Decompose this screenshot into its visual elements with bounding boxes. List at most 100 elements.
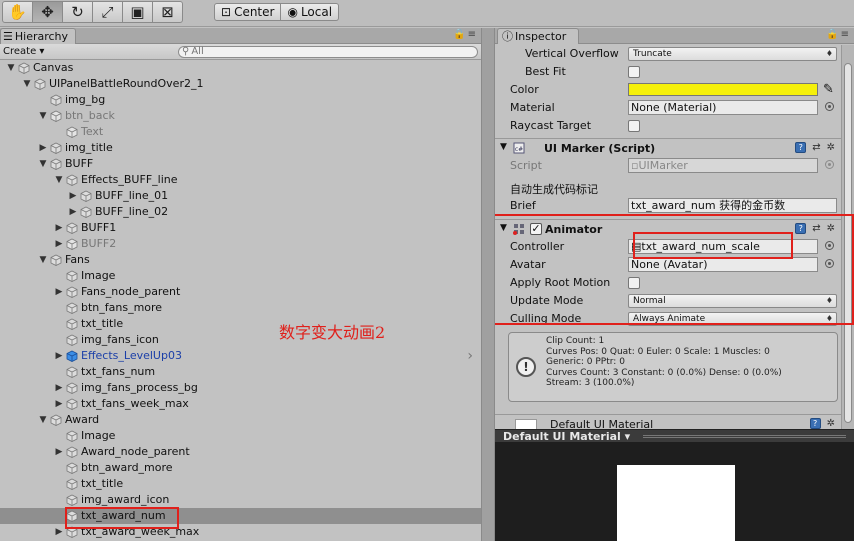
collapse-arrow-icon[interactable]: ▶ [54, 524, 64, 540]
gear-icon[interactable]: ✲ [827, 418, 835, 429]
tree-row[interactable]: txt_title [0, 316, 481, 332]
panel-splitter[interactable] [481, 28, 495, 541]
preset-icon[interactable]: ⇄ [812, 142, 820, 153]
panel-menu-icon[interactable]: 🔒≡ [453, 29, 478, 40]
tree-row[interactable]: btn_award_more [0, 460, 481, 476]
inspector-tab-label: Inspector [515, 29, 567, 43]
tree-row[interactable]: ▼ Effects_BUFF_line [0, 172, 481, 188]
ui-marker-header[interactable]: ▼ c# UI Marker (Script) ? ⇄ ✲ [495, 138, 841, 157]
tree-row[interactable]: img_bg [0, 92, 481, 108]
tree-row[interactable]: ▶ BUFF2 [0, 236, 481, 252]
tree-row[interactable]: ▼ BUFF [0, 156, 481, 172]
expand-arrow-icon[interactable]: ▼ [38, 156, 48, 172]
vertical-overflow-dropdown[interactable]: Truncate [628, 47, 837, 61]
tree-row[interactable]: btn_fans_more [0, 300, 481, 316]
controller-highlight [633, 232, 793, 259]
collapse-arrow-icon[interactable]: ▶ [54, 444, 64, 460]
eyedropper-icon[interactable]: ✎ [823, 82, 834, 97]
hand-tool-button[interactable]: ✋ [2, 1, 33, 23]
gameobject-cube-icon [18, 62, 30, 74]
tree-row[interactable]: img_fans_icon [0, 332, 481, 348]
tree-row[interactable]: ▶ Fans_node_parent [0, 284, 481, 300]
tree-row[interactable]: ▶ txt_fans_week_max [0, 396, 481, 412]
tree-row[interactable]: txt_title [0, 476, 481, 492]
tree-row[interactable]: ▶ BUFF1 [0, 220, 481, 236]
tree-row[interactable]: ▶ img_fans_process_bg [0, 380, 481, 396]
material-field[interactable]: None (Material) [628, 100, 818, 115]
help-icon[interactable]: ? [809, 418, 821, 429]
prop-material: Material None (Material) [495, 99, 841, 117]
expand-arrow-icon[interactable]: ▼ [6, 60, 16, 76]
expand-arrow-icon[interactable]: ▼ [38, 252, 48, 268]
pivot-center-button[interactable]: ⊡ Center [214, 3, 282, 21]
gameobject-cube-icon [34, 78, 46, 90]
create-button[interactable]: Create ▾ [3, 45, 44, 58]
tree-row[interactable]: ▼ Fans [0, 252, 481, 268]
info-icon: ! [516, 357, 536, 377]
scale-tool-button[interactable]: ⤢ [92, 1, 123, 23]
preview-quad [617, 465, 735, 541]
tree-row[interactable]: ▼ UIPanelBattleRoundOver2_1 [0, 76, 481, 92]
collapse-arrow-icon[interactable]: ▶ [54, 220, 64, 236]
transform-icon: ⊠ [161, 3, 174, 21]
panel-menu-icon[interactable]: 🔒≡ [826, 29, 851, 40]
preview-header[interactable]: Default UI Material ▾ [495, 429, 854, 443]
hierarchy-panel: ☰ Hierarchy 🔒≡ Create ▾ ⚲ All ▼ Canvas ▼ UI… [0, 28, 481, 541]
rotate-tool-button[interactable]: ↻ [62, 1, 93, 23]
main-toolbar: ✋ ✥ ↻ ⤢ ▣ ⊠ ⊡ Center ◉ Local [0, 0, 854, 27]
tree-row[interactable]: ▶ img_title [0, 140, 481, 156]
tree-row[interactable]: img_award_icon [0, 492, 481, 508]
move-tool-button[interactable]: ✥ [32, 1, 63, 23]
tree-row[interactable]: ▶ BUFF_line_02 [0, 204, 481, 220]
best-fit-checkbox[interactable] [628, 66, 640, 78]
color-field[interactable] [628, 83, 818, 96]
collapse-arrow-icon[interactable]: ▶ [54, 380, 64, 396]
tree-row[interactable]: Image [0, 428, 481, 444]
gameobject-cube-icon [66, 382, 78, 394]
expand-arrow-icon[interactable]: ▼ [54, 172, 64, 188]
drag-grip-icon[interactable] [643, 435, 846, 438]
collapse-arrow-icon[interactable]: ▶ [54, 348, 64, 364]
tree-row[interactable]: ▼ btn_back [0, 108, 481, 124]
object-picker-icon[interactable] [825, 102, 834, 111]
tree-row-label: btn_award_more [81, 461, 173, 474]
gear-icon[interactable]: ✲ [827, 142, 835, 153]
tree-row[interactable]: ▶ Effects_LevelUp03 › [0, 348, 481, 364]
expand-arrow-icon[interactable]: ▼ [22, 76, 32, 92]
tree-row[interactable]: txt_fans_num [0, 364, 481, 380]
gameobject-cube-icon [66, 222, 78, 234]
tree-row[interactable]: ▼ Canvas [0, 60, 481, 76]
tree-row-label: BUFF2 [81, 237, 117, 250]
tab-hierarchy[interactable]: ☰ Hierarchy [0, 28, 76, 44]
collapse-arrow-icon[interactable]: ▶ [68, 188, 78, 204]
expand-arrow-icon[interactable]: ▼ [38, 108, 48, 124]
tree-row[interactable]: Text [0, 124, 481, 140]
auto-note-text: 自动生成代码标记 [510, 183, 598, 196]
raycast-target-checkbox[interactable] [628, 120, 640, 132]
tree-row[interactable]: Image [0, 268, 481, 284]
transform-tool-button[interactable]: ⊠ [152, 1, 183, 23]
tree-row-label: img_fans_icon [81, 333, 159, 346]
object-picker-icon[interactable] [825, 160, 834, 169]
foldout-arrow-icon[interactable]: ▼ [500, 142, 507, 152]
open-prefab-chevron-icon[interactable]: › [467, 348, 473, 364]
expand-arrow-icon[interactable]: ▼ [38, 412, 48, 428]
tree-row[interactable]: ▶ Award_node_parent [0, 444, 481, 460]
collapse-arrow-icon[interactable]: ▶ [38, 140, 48, 156]
rect-tool-button[interactable]: ▣ [122, 1, 153, 23]
collapse-arrow-icon[interactable]: ▶ [68, 204, 78, 220]
collapse-arrow-icon[interactable]: ▶ [54, 284, 64, 300]
tree-row[interactable]: ▼ Award [0, 412, 481, 428]
collapse-arrow-icon[interactable]: ▶ [54, 236, 64, 252]
prop-brief: Brief txt_award_num 获得的金币数 [495, 197, 841, 215]
brief-field[interactable]: txt_award_num 获得的金币数 [628, 198, 837, 213]
space-local-button[interactable]: ◉ Local [281, 3, 340, 21]
collapse-arrow-icon[interactable]: ▶ [54, 396, 64, 412]
color-label: Color [510, 83, 539, 96]
script-field[interactable]: ▫UIMarker [628, 158, 818, 173]
tree-row[interactable]: ▶ BUFF_line_01 [0, 188, 481, 204]
search-input[interactable]: ⚲ All [178, 46, 478, 58]
tab-inspector[interactable]: ⓘ Inspector [497, 28, 579, 44]
gameobject-cube-icon [50, 254, 62, 266]
help-icon[interactable]: ? [795, 142, 807, 153]
